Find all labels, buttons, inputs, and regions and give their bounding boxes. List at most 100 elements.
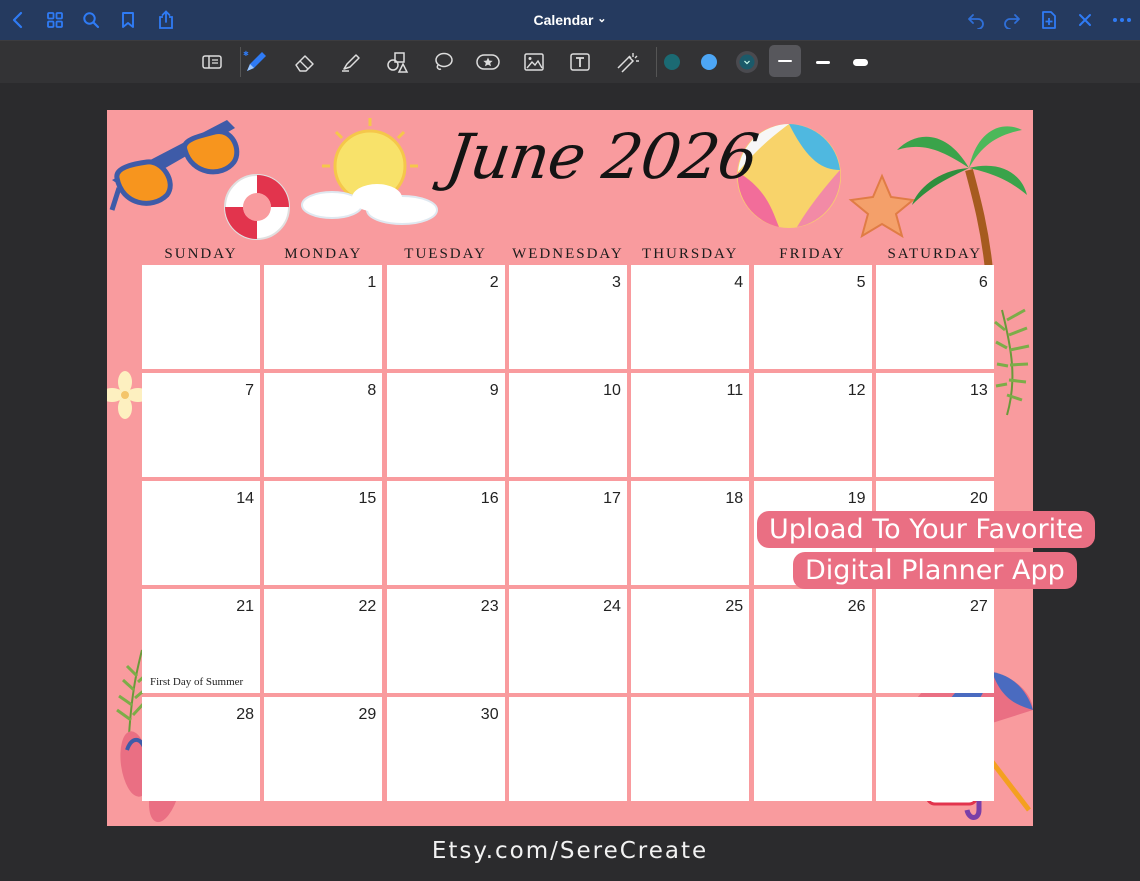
weekday-friday: FRIDAY bbox=[779, 246, 846, 262]
day-number: 30 bbox=[480, 706, 499, 723]
day-cell-24[interactable]: 24 bbox=[508, 589, 627, 693]
day-cell-4[interactable]: 4 bbox=[631, 265, 750, 369]
day-number: 27 bbox=[970, 598, 988, 615]
day-cell-21[interactable]: 21 First Day of Summer bbox=[142, 589, 260, 693]
day-cell-23[interactable]: 23 bbox=[386, 589, 505, 693]
color-blue-swatch[interactable] bbox=[694, 47, 724, 77]
day-cell-28[interactable]: 28 bbox=[142, 697, 260, 801]
laser-pointer-icon[interactable] bbox=[612, 47, 642, 77]
empty-day-cell[interactable] bbox=[875, 697, 994, 801]
day-number: 19 bbox=[847, 490, 866, 507]
day-number: 11 bbox=[726, 382, 744, 399]
empty-day-cell[interactable] bbox=[631, 697, 750, 801]
page-view-icon[interactable] bbox=[197, 47, 227, 77]
svg-text:✱: ✱ bbox=[243, 50, 249, 58]
day-cell-25[interactable]: 25 bbox=[631, 589, 750, 693]
day-cell-13[interactable]: 13 bbox=[875, 373, 994, 477]
tool-bar: ✱ bbox=[0, 40, 1140, 83]
image-icon[interactable] bbox=[519, 47, 549, 77]
sun-icon bbox=[301, 118, 438, 225]
close-icon[interactable] bbox=[1073, 8, 1097, 32]
stroke-thick-icon bbox=[852, 58, 868, 66]
stroke-thin-button[interactable] bbox=[769, 45, 801, 77]
sticker-icon[interactable] bbox=[473, 47, 503, 77]
palm-leaf-icon bbox=[994, 308, 1030, 416]
day-cell-29[interactable]: 29 bbox=[264, 697, 383, 801]
shapes-icon[interactable] bbox=[382, 47, 412, 77]
day-cell-5[interactable]: 5 bbox=[753, 265, 872, 369]
event-note: First Day of Summer bbox=[150, 676, 244, 688]
pen-icon[interactable]: ✱ bbox=[240, 47, 271, 77]
day-cell-14[interactable]: 14 bbox=[142, 481, 260, 585]
day-cell-22[interactable]: 22 bbox=[264, 589, 383, 693]
stroke-medium-button[interactable] bbox=[808, 47, 838, 77]
day-number: 6 bbox=[978, 274, 988, 291]
day-number: 5 bbox=[856, 274, 866, 291]
undo-icon[interactable] bbox=[964, 8, 988, 32]
calendar-page[interactable]: June 2026 SUNDAY MONDAY TUESDAY WEDNESDAY TH… bbox=[107, 110, 1033, 826]
weekday-thursday: THURSDAY bbox=[642, 246, 739, 262]
day-number: 10 bbox=[603, 382, 621, 399]
empty-day-cell[interactable] bbox=[753, 697, 872, 801]
day-cell-11[interactable]: 11 bbox=[631, 373, 750, 477]
day-number: 14 bbox=[236, 490, 254, 507]
stroke-thick-button[interactable] bbox=[845, 47, 875, 77]
redo-icon[interactable] bbox=[1000, 8, 1024, 32]
day-number: 28 bbox=[236, 706, 254, 723]
add-page-icon[interactable] bbox=[1037, 8, 1061, 32]
day-number: 25 bbox=[725, 598, 744, 615]
weekday-wednesday: WEDNESDAY bbox=[512, 246, 624, 262]
empty-day-cell[interactable] bbox=[508, 697, 627, 801]
day-number: 9 bbox=[489, 382, 499, 399]
weekday-monday: MONDAY bbox=[284, 246, 363, 262]
day-cell-10[interactable]: 10 bbox=[508, 373, 627, 477]
day-number: 7 bbox=[245, 382, 254, 399]
day-cell-30[interactable]: 30 bbox=[386, 697, 505, 801]
day-number: 3 bbox=[611, 274, 621, 291]
day-number: 15 bbox=[358, 490, 377, 507]
weekday-sunday: SUNDAY bbox=[164, 246, 238, 262]
more-icon[interactable] bbox=[1110, 8, 1134, 32]
day-cell-7[interactable]: 7 bbox=[142, 373, 260, 477]
day-number: 1 bbox=[367, 274, 377, 291]
weekday-saturday: SATURDAY bbox=[887, 246, 983, 262]
day-number: 2 bbox=[489, 274, 499, 291]
day-cell-3[interactable]: 3 bbox=[508, 265, 627, 369]
day-number: 8 bbox=[367, 382, 377, 399]
day-cell-15[interactable]: 15 bbox=[264, 481, 383, 585]
footer-shop-link: Etsy.com/SereCreate bbox=[431, 838, 709, 864]
day-cell-27[interactable]: 27 bbox=[875, 589, 994, 693]
chevron-down-icon: ⌄ bbox=[597, 13, 607, 25]
day-number: 26 bbox=[847, 598, 866, 615]
day-number: 21 bbox=[236, 598, 254, 615]
day-cell-18[interactable]: 18 bbox=[631, 481, 750, 585]
day-number: 20 bbox=[970, 490, 988, 507]
color-teal-swatch[interactable] bbox=[656, 47, 687, 77]
promo-banner-line1: Upload To Your Favorite bbox=[757, 511, 1096, 548]
day-cell-12[interactable]: 12 bbox=[753, 373, 872, 477]
highlighter-icon[interactable] bbox=[336, 47, 366, 77]
text-box-icon[interactable] bbox=[565, 47, 595, 77]
day-number: 13 bbox=[970, 382, 988, 399]
day-number: 29 bbox=[358, 706, 377, 723]
day-cell-1[interactable]: 1 bbox=[264, 265, 383, 369]
color-picker-icon[interactable] bbox=[732, 47, 762, 77]
day-cell-17[interactable]: 17 bbox=[508, 481, 627, 585]
day-cell-8[interactable]: 8 bbox=[264, 373, 383, 477]
sunglasses-icon bbox=[109, 120, 240, 211]
top-bar: Calendar ⌄ bbox=[0, 0, 1140, 40]
day-cell-6[interactable]: 6 bbox=[875, 265, 994, 369]
day-cell-9[interactable]: 9 bbox=[386, 373, 505, 477]
day-number: 24 bbox=[603, 598, 621, 615]
eraser-icon[interactable] bbox=[290, 47, 320, 77]
day-cell-26[interactable]: 26 bbox=[753, 589, 872, 693]
lasso-icon[interactable] bbox=[428, 47, 458, 77]
lifebuoy-icon bbox=[224, 174, 290, 240]
stroke-medium-icon bbox=[816, 60, 830, 64]
day-number: 16 bbox=[480, 490, 499, 507]
day-cell-2[interactable]: 2 bbox=[386, 265, 505, 369]
day-number: 4 bbox=[734, 274, 744, 291]
empty-day-cell[interactable] bbox=[142, 265, 260, 369]
day-cell-16[interactable]: 16 bbox=[386, 481, 505, 585]
month-title: June 2026 bbox=[441, 120, 763, 193]
